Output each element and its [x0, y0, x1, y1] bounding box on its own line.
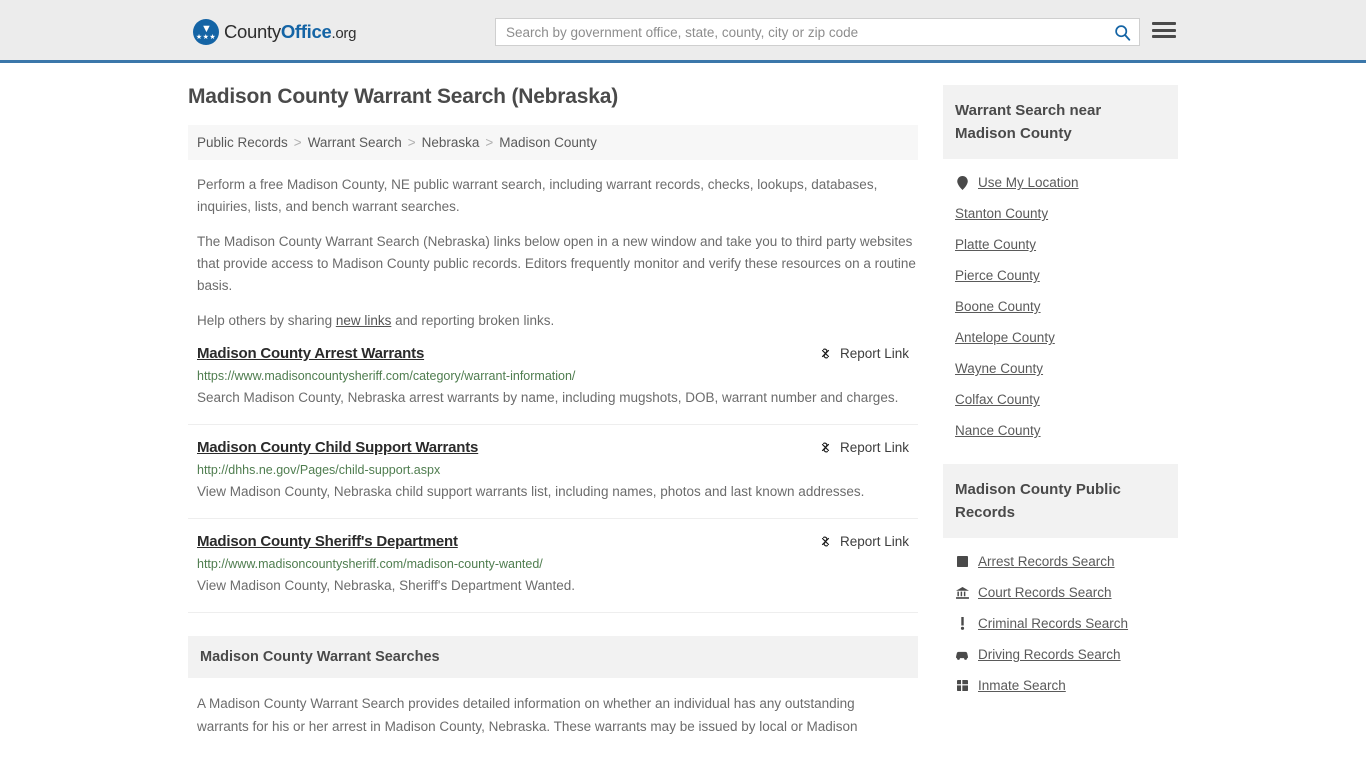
- intro-p3-after: and reporting broken links.: [391, 313, 555, 328]
- sidebar-link-label[interactable]: Boone County: [955, 299, 1041, 314]
- sidebar-link-label[interactable]: Antelope County: [955, 330, 1055, 345]
- broken-link-icon: [821, 536, 830, 547]
- logo-wordmark: CountyOffice.org: [224, 21, 356, 43]
- search-button[interactable]: [1105, 19, 1139, 45]
- page-body: Madison County Warrant Search (Nebraska)…: [0, 63, 1366, 738]
- hamburger-menu-icon[interactable]: [1152, 20, 1176, 40]
- report-link-label: Report Link: [839, 440, 909, 455]
- breadcrumb-item-nebraska[interactable]: Nebraska: [422, 135, 480, 150]
- sidebar-item-boone-county[interactable]: Boone County: [943, 291, 1178, 322]
- broken-link-icon: [821, 348, 830, 359]
- sidebar-link-label[interactable]: Platte County: [955, 237, 1036, 252]
- broken-link-icon: [821, 442, 830, 453]
- sidebar-link-label[interactable]: Stanton County: [955, 206, 1048, 221]
- sidebar-item-stanton-county[interactable]: Stanton County: [943, 198, 1178, 229]
- sidebar-link-label[interactable]: Inmate Search: [978, 678, 1066, 693]
- site-header: ▼ ★★★ CountyOffice.org: [0, 0, 1366, 63]
- sidebar-link-label[interactable]: Arrest Records Search: [978, 554, 1115, 569]
- sidebar-link-label[interactable]: Use My Location: [978, 175, 1079, 190]
- sidebar-item-colfax-county[interactable]: Colfax County: [943, 384, 1178, 415]
- sidebar-item-use-my-location[interactable]: Use My Location: [943, 167, 1178, 198]
- intro-paragraph-2: The Madison County Warrant Search (Nebra…: [197, 234, 916, 293]
- result-description: View Madison County, Nebraska child supp…: [197, 484, 865, 499]
- search-bar[interactable]: [495, 18, 1140, 46]
- breadcrumb-separator: >: [293, 135, 302, 150]
- result-description: View Madison County, Nebraska, Sheriff's…: [197, 578, 576, 593]
- report-link-label: Report Link: [839, 346, 909, 361]
- sidebar-link-label[interactable]: Colfax County: [955, 392, 1040, 407]
- sidebar-link-label[interactable]: Nance County: [955, 423, 1041, 438]
- result-item: Madison County Sheriff's Department Repo…: [188, 533, 918, 613]
- report-link-button[interactable]: Report Link: [818, 440, 909, 455]
- sidebar-link-label[interactable]: Court Records Search: [978, 585, 1112, 600]
- main-content: Madison County Warrant Search (Nebraska)…: [188, 85, 918, 738]
- sidebar-link-label[interactable]: Criminal Records Search: [978, 616, 1128, 631]
- breadcrumb-item-madison-county: Madison County: [499, 135, 597, 150]
- new-links-link[interactable]: new links: [336, 313, 392, 328]
- logo-text-office: Office: [280, 21, 332, 42]
- result-url: http://dhhs.ne.gov/Pages/child-support.a…: [197, 463, 441, 477]
- sidebar: Warrant Search near Madison County Use M…: [943, 85, 1178, 738]
- section-body-text: A Madison County Warrant Search provides…: [197, 696, 858, 734]
- breadcrumb-item-public-records[interactable]: Public Records: [197, 135, 288, 150]
- public-records-heading: Madison County Public Records: [943, 464, 1178, 538]
- breadcrumb-item-warrant-search[interactable]: Warrant Search: [308, 135, 402, 150]
- results-list: Madison County Arrest Warrants Report Li…: [188, 345, 918, 613]
- exclamation-icon: [955, 617, 969, 630]
- intro-paragraph-3: Help others by sharing new links and rep…: [188, 310, 918, 332]
- breadcrumb-separator: >: [485, 135, 494, 150]
- result-url: https://www.madisoncountysheriff.com/cat…: [197, 369, 576, 383]
- search-input[interactable]: [496, 19, 1105, 45]
- sidebar-item-arrest-records-search[interactable]: Arrest Records Search: [943, 546, 1178, 577]
- intro-paragraph-1: Perform a free Madison County, NE public…: [197, 177, 878, 214]
- report-link-button[interactable]: Report Link: [818, 346, 909, 361]
- sidebar-item-nance-county[interactable]: Nance County: [943, 415, 1178, 446]
- logo-text-county: County: [224, 21, 281, 42]
- search-icon: [1114, 24, 1130, 41]
- intro-p3-before: Help others by sharing: [197, 313, 336, 328]
- sidebar-item-inmate-search[interactable]: Inmate Search: [943, 670, 1178, 701]
- section-heading: Madison County Warrant Searches: [188, 636, 918, 678]
- eagle-shield-icon: ▼ ★★★: [193, 19, 219, 45]
- result-title-link[interactable]: Madison County Child Support Warrants: [197, 439, 478, 456]
- intro-text: Perform a free Madison County, NE public…: [188, 174, 918, 332]
- site-logo[interactable]: ▼ ★★★ CountyOffice.org: [193, 19, 356, 45]
- sidebar-link-label[interactable]: Pierce County: [955, 268, 1040, 283]
- report-link-label: Report Link: [839, 534, 909, 549]
- sidebar-link-label[interactable]: Driving Records Search: [978, 647, 1121, 662]
- breadcrumb-separator: >: [407, 135, 416, 150]
- nearby-warrant-search-box: Warrant Search near Madison County Use M…: [943, 85, 1178, 446]
- nearby-heading: Warrant Search near Madison County: [943, 85, 1178, 159]
- sidebar-item-antelope-county[interactable]: Antelope County: [943, 322, 1178, 353]
- sidebar-item-wayne-county[interactable]: Wayne County: [943, 353, 1178, 384]
- result-title-link[interactable]: Madison County Arrest Warrants: [197, 345, 424, 362]
- result-url: http://www.madisoncountysheriff.com/madi…: [197, 557, 543, 571]
- sidebar-item-driving-records-search[interactable]: Driving Records Search: [943, 639, 1178, 670]
- report-link-button[interactable]: Report Link: [818, 534, 909, 549]
- sidebar-item-court-records-search[interactable]: Court Records Search: [943, 577, 1178, 608]
- result-item: Madison County Arrest Warrants Report Li…: [188, 345, 918, 425]
- logo-text-org: .org: [331, 25, 357, 42]
- result-description: Search Madison County, Nebraska arrest w…: [197, 390, 899, 405]
- fingerprint-square-icon: [955, 556, 969, 567]
- sidebar-link-label[interactable]: Wayne County: [955, 361, 1043, 376]
- courthouse-icon: [955, 586, 969, 599]
- map-pin-icon: [955, 175, 969, 190]
- sidebar-item-criminal-records-search[interactable]: Criminal Records Search: [943, 608, 1178, 639]
- car-icon: [955, 650, 969, 660]
- breadcrumb: Public Records > Warrant Search > Nebraska > M…: [188, 125, 918, 160]
- result-item: Madison County Child Support Warrants Re…: [188, 439, 918, 519]
- public-records-box: Madison County Public Records Arrest Rec…: [943, 464, 1178, 701]
- sidebar-item-platte-county[interactable]: Platte County: [943, 229, 1178, 260]
- inmate-icon: [955, 680, 969, 691]
- page-title: Madison County Warrant Search (Nebraska): [188, 85, 618, 108]
- result-title-link[interactable]: Madison County Sheriff's Department: [197, 533, 458, 550]
- sidebar-item-pierce-county[interactable]: Pierce County: [943, 260, 1178, 291]
- warrant-searches-section: Madison County Warrant Searches A Madiso…: [188, 636, 918, 738]
